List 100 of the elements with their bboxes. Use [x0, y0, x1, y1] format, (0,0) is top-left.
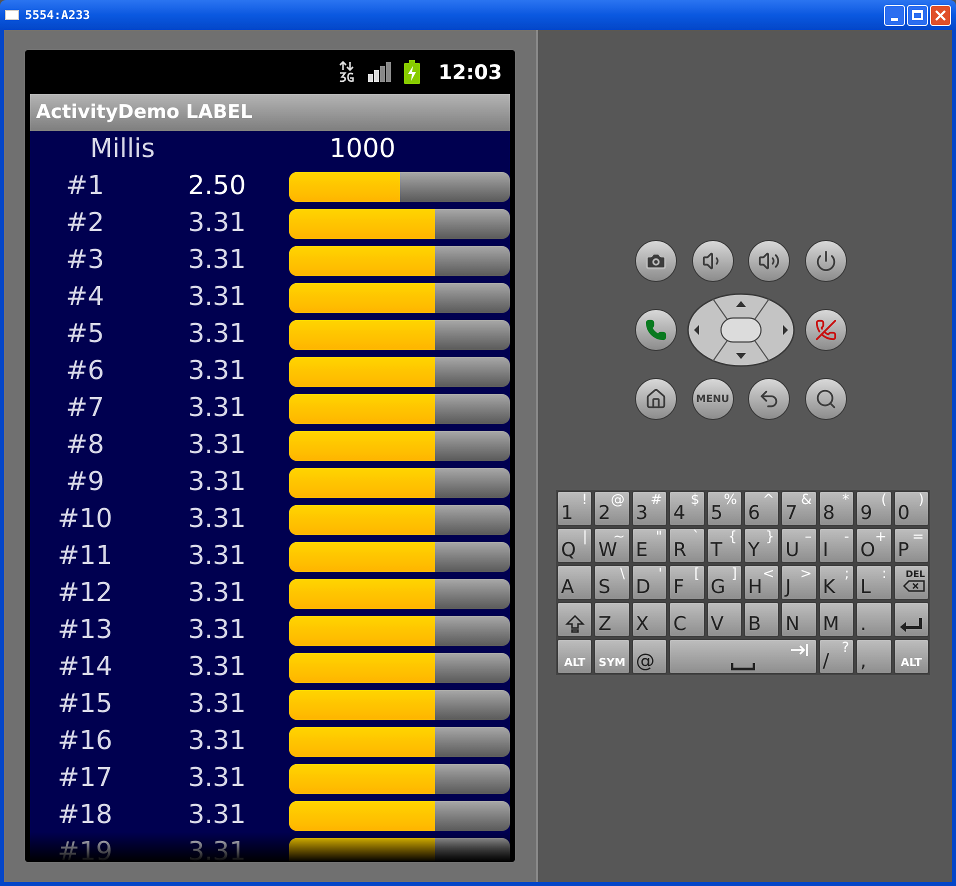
row-label: #7: [64, 392, 106, 425]
shift-key[interactable]: [557, 602, 592, 637]
search-button[interactable]: [804, 378, 847, 420]
keyboard-key[interactable]: R `: [669, 528, 705, 563]
keyboard-key[interactable]: L :: [856, 565, 892, 600]
row-label: #4: [64, 281, 106, 314]
enter-key[interactable]: [894, 602, 929, 637]
key-symbol: ?: [842, 641, 850, 655]
row-value: 3.31: [188, 614, 247, 647]
keyboard-key[interactable]: @: [632, 639, 668, 674]
home-button[interactable]: [635, 378, 677, 420]
keyboard-key[interactable]: 5 %: [706, 491, 742, 526]
maximize-button[interactable]: [907, 4, 928, 26]
keyboard-key[interactable]: C: [669, 602, 705, 637]
row-label: #19: [56, 836, 114, 862]
keyboard-key[interactable]: 9 (: [856, 491, 892, 526]
keyboard-key[interactable]: J >: [781, 565, 817, 600]
phone-icon: [645, 319, 667, 341]
keyboard-key[interactable]: O +: [856, 528, 892, 563]
keyboard-key[interactable]: F [: [669, 565, 705, 600]
volume-down-button[interactable]: [692, 240, 734, 282]
key-symbol: (: [881, 493, 887, 507]
keyboard-key[interactable]: K ;: [818, 565, 854, 600]
end-call-button[interactable]: [805, 309, 847, 351]
key-symbol: %: [724, 493, 737, 507]
keyboard-key[interactable]: 8 *: [818, 491, 854, 526]
key-symbol: $: [690, 493, 700, 507]
key-symbol: <: [762, 567, 774, 581]
home-icon: [645, 388, 667, 410]
row-value: 3.31: [188, 725, 247, 758]
keyboard-key[interactable]: .: [856, 602, 892, 637]
keyboard-key[interactable]: D ': [632, 565, 668, 600]
keyboard-key[interactable]: V: [706, 602, 742, 637]
keyboard-key[interactable]: Q |: [557, 528, 592, 563]
keyboard-key[interactable]: Z: [594, 602, 630, 637]
space-icon: [730, 663, 755, 671]
dpad-control[interactable]: [687, 293, 795, 367]
row-label: #11: [56, 540, 114, 573]
row-value: 3.31: [188, 429, 247, 462]
key-symbol: -: [844, 530, 850, 544]
keyboard-key[interactable]: 0 ): [894, 491, 929, 526]
row-value: 3.31: [188, 836, 247, 862]
row-label: #8: [64, 429, 106, 462]
enter-icon: [899, 616, 924, 634]
row-value: 3.31: [188, 244, 247, 277]
camera-button[interactable]: [635, 240, 677, 282]
header-value: 1000: [328, 133, 397, 166]
keyboard-key[interactable]: E ": [632, 528, 668, 563]
keyboard-key[interactable]: U –: [781, 528, 817, 563]
row-value: 3.31: [188, 540, 247, 573]
row-value: 3.31: [188, 503, 247, 536]
backspace-icon: [903, 580, 925, 592]
key-symbol: :: [882, 567, 887, 581]
keyboard-key[interactable]: H <: [744, 565, 780, 600]
close-button[interactable]: [930, 4, 951, 26]
key-symbol: ;: [844, 567, 850, 581]
row-value: 2.50: [188, 170, 247, 203]
key-symbol: ^: [762, 493, 774, 507]
key-symbol: *: [842, 493, 850, 507]
key-symbol: `: [692, 530, 700, 544]
phone-hangup-icon: [815, 319, 837, 341]
signal-icon: [368, 62, 392, 82]
call-button[interactable]: [635, 309, 677, 351]
delete-key[interactable]: DEL: [894, 565, 929, 600]
keyboard-key[interactable]: 3 #: [632, 491, 668, 526]
keyboard-key[interactable]: A: [557, 565, 592, 600]
keyboard-key[interactable]: I -: [818, 528, 854, 563]
window-icon: [5, 10, 19, 20]
minimize-button[interactable]: [884, 4, 905, 26]
volume-up-button[interactable]: [748, 240, 790, 282]
keyboard-key[interactable]: P =: [894, 528, 929, 563]
space-key[interactable]: [669, 639, 817, 674]
menu-button[interactable]: MENU: [692, 378, 734, 420]
back-button[interactable]: [748, 378, 790, 420]
data-3g-icon: [338, 61, 356, 83]
keyboard-key[interactable]: M: [818, 602, 854, 637]
keyboard-key[interactable]: W ~: [594, 528, 630, 563]
keyboard-key[interactable]: 2 @: [594, 491, 630, 526]
key-symbol: }: [765, 530, 774, 544]
keyboard-key[interactable]: G ]: [706, 565, 742, 600]
keyboard-key[interactable]: S \: [594, 565, 630, 600]
row-label: #15: [56, 688, 114, 721]
row-label: #2: [64, 207, 106, 240]
keyboard-key[interactable]: 6 ^: [744, 491, 780, 526]
keyboard-key[interactable]: T {: [706, 528, 742, 563]
key-symbol: ': [658, 567, 662, 581]
key-symbol: #: [650, 493, 662, 507]
power-button[interactable]: [804, 240, 847, 282]
key-symbol: =: [912, 530, 924, 544]
keyboard-key[interactable]: 1 !: [557, 491, 592, 526]
keyboard-key[interactable]: ,: [856, 639, 892, 674]
row-value: 3.31: [188, 688, 247, 721]
keyboard-key[interactable]: / ?: [818, 639, 854, 674]
keyboard-key[interactable]: 4 $: [669, 491, 705, 526]
keyboard-key[interactable]: Y }: [744, 528, 780, 563]
keyboard-key[interactable]: 7 &: [781, 491, 817, 526]
keyboard-key[interactable]: B: [744, 602, 780, 637]
keyboard-key[interactable]: N: [781, 602, 817, 637]
key-symbol: [: [694, 567, 700, 581]
keyboard-key[interactable]: X: [632, 602, 668, 637]
